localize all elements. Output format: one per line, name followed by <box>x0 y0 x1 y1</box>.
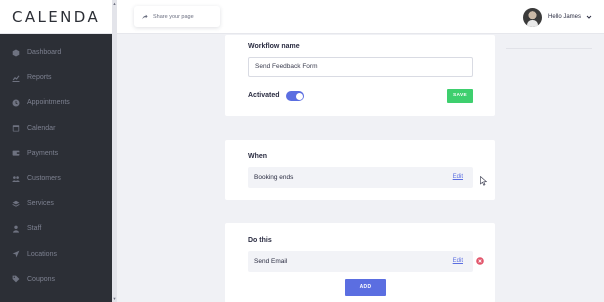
edit-action-link[interactable]: Edit <box>453 251 463 272</box>
share-page-button[interactable]: Share your page <box>134 6 220 27</box>
app-logo[interactable]: CALENDA <box>12 8 100 26</box>
user-name: Hello James <box>547 14 581 20</box>
location-arrow-icon <box>12 250 20 258</box>
trigger-label: Booking ends <box>254 174 294 181</box>
wallet-icon <box>12 149 20 157</box>
sidebar-item-label: Services <box>27 200 54 208</box>
topbar: Share your page Hello James <box>117 0 604 34</box>
activated-toggle[interactable] <box>286 91 304 101</box>
sidebar-item-coupons[interactable]: Coupons <box>0 267 112 292</box>
add-action-button[interactable]: ADD <box>345 279 386 296</box>
sidebar-item-label: Appointments <box>27 99 70 107</box>
clock-icon <box>12 99 20 107</box>
sidebar-scrollbar[interactable]: ▲ ▼ <box>112 0 117 302</box>
cube-icon <box>12 49 20 57</box>
activated-label: Activated <box>248 92 280 99</box>
sidebar-item-label: Reports <box>27 74 52 82</box>
sidebar-nav: Dashboard Reports Appointments Calendar … <box>0 40 112 292</box>
tag-icon <box>12 275 20 283</box>
share-page-label: Share your page <box>153 13 194 20</box>
share-icon <box>142 14 148 20</box>
when-title: When <box>248 153 268 160</box>
sidebar-item-label: Locations <box>27 250 57 258</box>
action-row: Send Email Edit <box>248 251 473 272</box>
save-button[interactable]: SAVE <box>447 89 473 103</box>
chart-icon <box>12 74 20 82</box>
sidebar-item-label: Payments <box>27 149 59 157</box>
edit-trigger-link[interactable]: Edit <box>453 167 463 188</box>
sidebar-item-label: Staff <box>27 225 42 233</box>
user-menu[interactable]: Hello James <box>522 7 592 27</box>
sidebar: CALENDA Dashboard Reports Appointments C… <box>0 0 112 302</box>
when-card: When Booking ends Edit <box>225 140 495 200</box>
workflow-card: Workflow name Send Feedback Form Activat… <box>225 35 495 116</box>
remove-action-icon[interactable] <box>476 257 484 265</box>
user-icon <box>12 225 20 233</box>
chevron-down-icon <box>586 14 592 20</box>
calendar-icon <box>12 124 20 132</box>
workflow-name-input[interactable]: Send Feedback Form <box>248 57 473 77</box>
sidebar-item-label: Coupons <box>27 275 56 283</box>
sidebar-item-payments[interactable]: Payments <box>0 141 112 166</box>
sidebar-item-label: Calendar <box>27 124 56 132</box>
layers-icon <box>12 200 20 208</box>
mouse-cursor-icon <box>480 176 488 186</box>
sidebar-item-calendar[interactable]: Calendar <box>0 116 112 141</box>
do-this-card: Do this Send Email Edit ADD <box>225 223 495 302</box>
sidebar-item-services[interactable]: Services <box>0 191 112 216</box>
sidebar-item-locations[interactable]: Locations <box>0 242 112 267</box>
toggle-knob <box>295 92 303 100</box>
action-label: Send Email <box>254 258 288 265</box>
sidebar-item-staff[interactable]: Staff <box>0 216 112 241</box>
sidebar-item-dashboard[interactable]: Dashboard <box>0 40 112 65</box>
divider <box>506 48 592 49</box>
scroll-down-arrow-icon[interactable]: ▼ <box>112 296 117 301</box>
sidebar-item-label: Customers <box>27 175 61 183</box>
sidebar-item-reports[interactable]: Reports <box>0 65 112 90</box>
sidebar-item-customers[interactable]: Customers <box>0 166 112 191</box>
avatar <box>522 7 542 27</box>
sidebar-item-label: Dashboard <box>27 49 62 57</box>
trigger-row: Booking ends Edit <box>248 167 473 188</box>
users-icon <box>12 175 20 183</box>
do-this-title: Do this <box>248 237 272 244</box>
workflow-name-label: Workflow name <box>248 43 300 50</box>
sidebar-item-appointments[interactable]: Appointments <box>0 90 112 115</box>
logo-area: CALENDA <box>0 0 112 34</box>
